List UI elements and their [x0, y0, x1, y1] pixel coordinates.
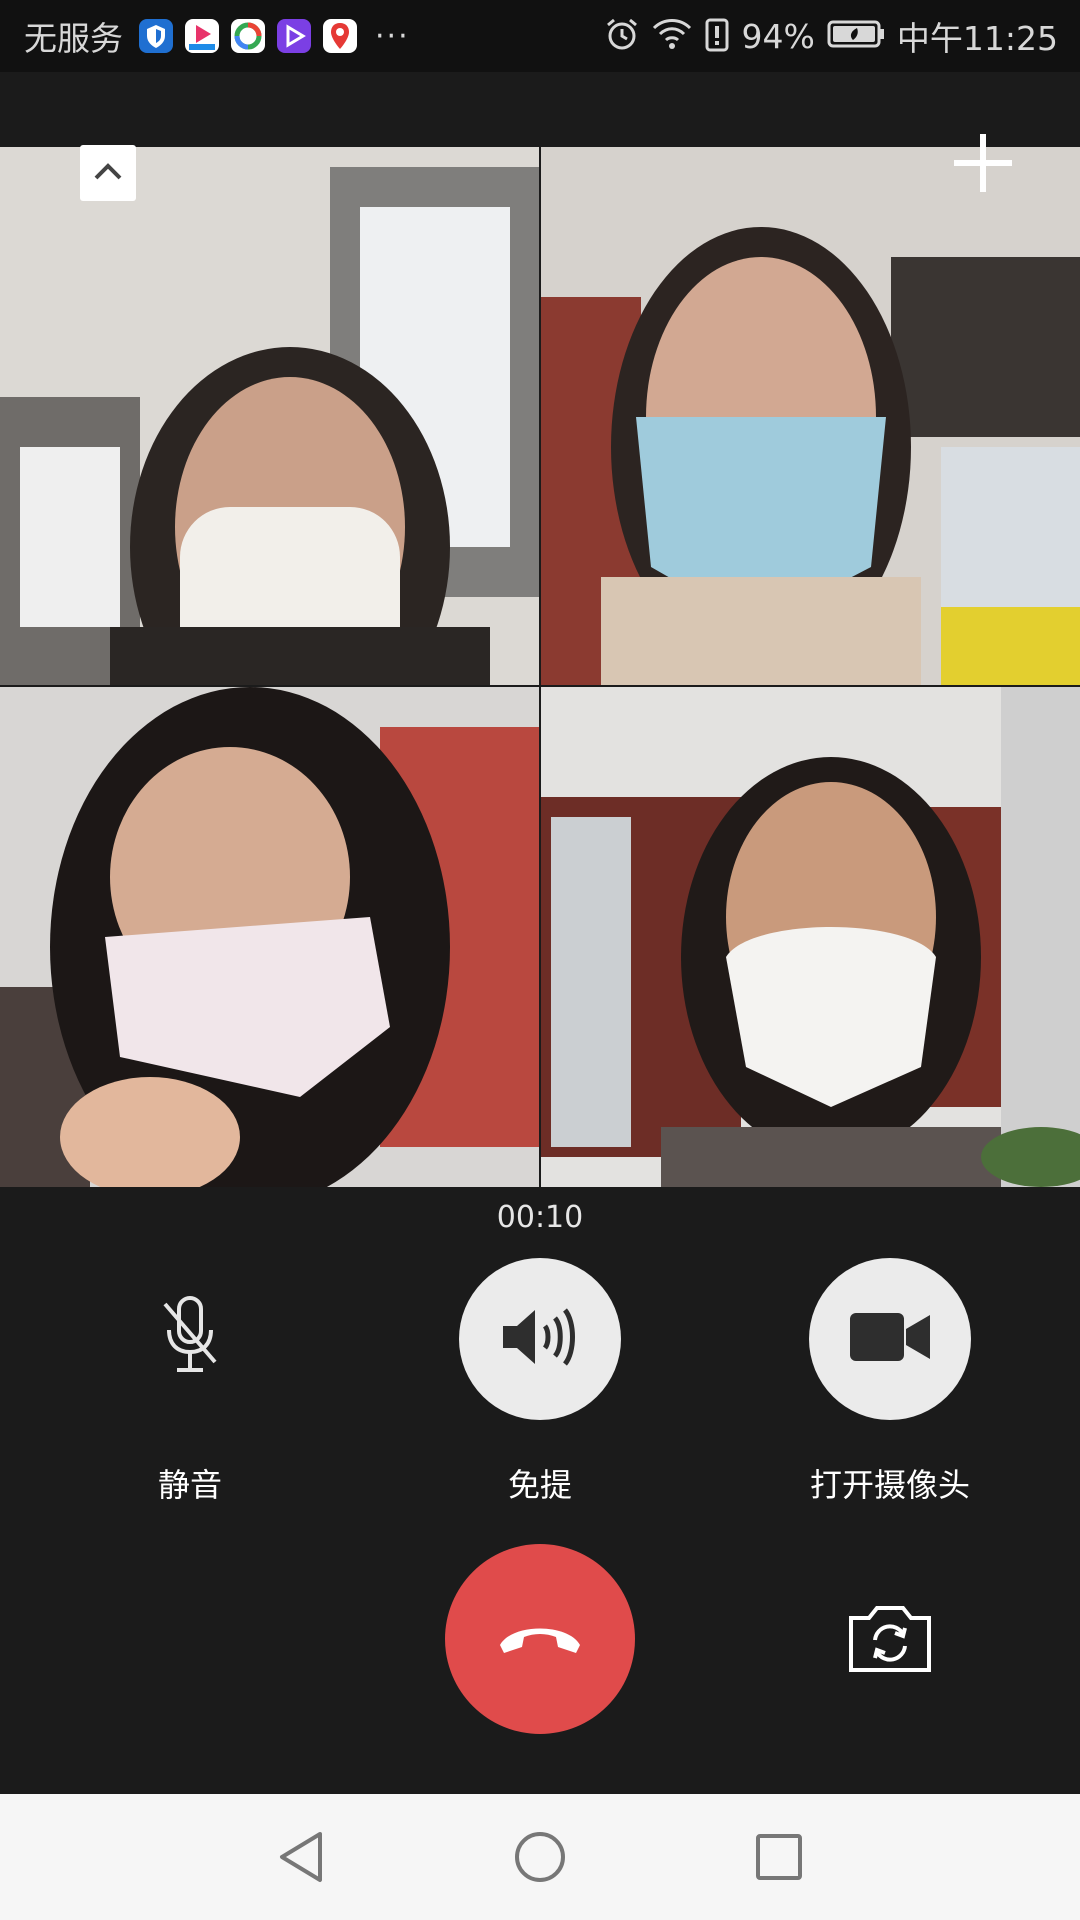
- status-bar: 无服务 ··· 94% 中午11:25: [0, 0, 1080, 72]
- photo-app-icon: [231, 19, 265, 53]
- recent-apps-button[interactable]: [746, 1824, 812, 1890]
- participant-video-3[interactable]: [0, 687, 539, 1187]
- camera-circle: [809, 1258, 971, 1420]
- status-bar-left: 无服务 ···: [24, 14, 410, 59]
- shield-app-icon: [139, 19, 173, 53]
- add-participant-button[interactable]: [950, 130, 1016, 196]
- microphone-off-icon: [155, 1292, 225, 1386]
- mute-label: 静音: [157, 1466, 222, 1504]
- clock-time: 中午11:25: [896, 19, 1058, 58]
- youku-app-icon: [185, 19, 219, 53]
- map-app-icon: [323, 19, 357, 53]
- recent-square-icon: [746, 1834, 812, 1894]
- chevron-up-icon: [93, 161, 123, 185]
- video-app-icon: [277, 19, 311, 53]
- carrier-text: 无服务: [24, 19, 123, 58]
- battery-percent: 94%: [741, 16, 815, 56]
- participant-video-2[interactable]: [541, 147, 1080, 685]
- mute-circle: [109, 1258, 271, 1420]
- camera-label: 打开摄像头: [809, 1466, 970, 1504]
- alarm-icon: [604, 16, 640, 56]
- participant-video-4[interactable]: [541, 687, 1080, 1187]
- back-button[interactable]: [268, 1824, 334, 1890]
- camera-switch-icon: [845, 1606, 935, 1680]
- speaker-label: 免提: [507, 1466, 572, 1504]
- back-triangle-icon: [268, 1832, 334, 1894]
- phone-hangup-icon: [494, 1617, 586, 1661]
- hang-up-button[interactable]: [445, 1544, 635, 1734]
- navigation-bar: [0, 1794, 1080, 1920]
- wifi-icon: [652, 16, 692, 56]
- home-circle-icon: [507, 1832, 573, 1894]
- mute-button[interactable]: 静音: [70, 1258, 310, 1506]
- video-grid: [0, 134, 1080, 1187]
- more-notifications-indicator: ···: [375, 18, 410, 54]
- camera-button[interactable]: 打开摄像头: [770, 1258, 1010, 1506]
- home-button[interactable]: [507, 1824, 573, 1890]
- video-camera-icon: [848, 1309, 932, 1369]
- status-bar-right: 94% 中午11:25: [604, 14, 1058, 58]
- collapse-button[interactable]: [80, 145, 136, 201]
- speaker-button[interactable]: 免提: [420, 1258, 660, 1506]
- plus-icon: [950, 134, 1016, 200]
- switch-camera-button[interactable]: [845, 1600, 935, 1676]
- call-timer: 00:10: [496, 1200, 584, 1235]
- battery-alert-icon: [704, 16, 730, 56]
- speaker-icon: [499, 1304, 581, 1374]
- participant-video-1[interactable]: [0, 147, 539, 685]
- battery-icon: [827, 19, 885, 53]
- speaker-circle: [459, 1258, 621, 1420]
